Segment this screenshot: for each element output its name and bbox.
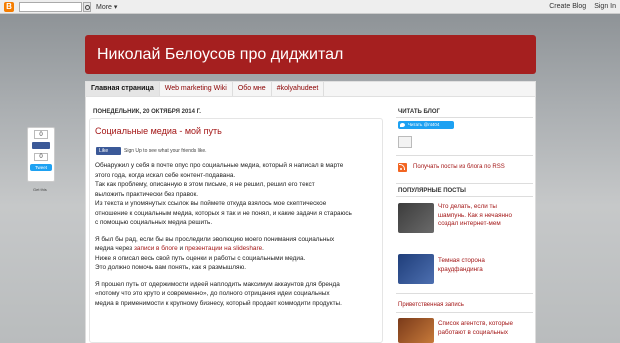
divider xyxy=(396,293,533,294)
post-line: Из текста и упомянутых ссылок вы поймете… xyxy=(95,200,327,207)
post-line: Я прошел путь от одержимости идеей напло… xyxy=(95,280,340,288)
twitter-bird-icon xyxy=(400,123,405,127)
post-text: и xyxy=(177,245,185,252)
get-this-link[interactable]: Get this xyxy=(33,187,47,192)
facebook-signup-text: Sign Up to see what your friends like. xyxy=(124,148,207,154)
post-date: ПОНЕДЕЛЬНИК, 20 ОКТЯБРЯ 2014 Г. xyxy=(93,109,201,115)
divider xyxy=(396,117,533,118)
more-label[interactable]: More xyxy=(96,4,112,11)
popular-post-title[interactable]: Список агентств, которые работают в соци… xyxy=(438,320,528,337)
popular-post-line[interactable]: Что делать, если ты xyxy=(438,203,528,212)
page-tabs: Главная страница Web marketing Wiki Обо … xyxy=(85,81,536,97)
slideshare-link[interactable]: презентации на slideshare xyxy=(185,245,262,252)
rss-icon[interactable] xyxy=(398,163,407,172)
tab-home[interactable]: Главная страница xyxy=(86,82,160,96)
sign-in-link[interactable]: Sign In xyxy=(594,3,616,10)
welcome-heading[interactable]: Приветственная запись xyxy=(398,302,464,308)
post-line: Ниже я описал весь свой путь оценки и ра… xyxy=(95,254,306,262)
post-title[interactable]: Социальные медиа - мой путь xyxy=(95,126,222,136)
blog-posts-link[interactable]: записи в блоге xyxy=(134,245,178,252)
post-line: Это должно помочь вам понять, как я разм… xyxy=(95,264,247,271)
post-line: медиа через записи в блоге и презентации… xyxy=(95,244,377,254)
more-menu[interactable]: More ▾ xyxy=(96,3,117,11)
tab-about[interactable]: Обо мне xyxy=(233,82,272,96)
post-text: . xyxy=(262,245,264,252)
post-line: «потому что это круто и современно», до … xyxy=(95,290,330,297)
post-line: медиа в применимости к крупному бизнесу,… xyxy=(95,299,342,307)
popular-post-line[interactable]: шампунь. Как я нечаянно xyxy=(438,212,528,221)
tab-kolyahudeet[interactable]: #kolyahudeet xyxy=(272,82,325,96)
post-line: с помощью социальных медиа решить. xyxy=(95,219,213,226)
blog-title[interactable]: Николай Белоусов про диджитал xyxy=(97,46,343,64)
popular-post-thumbnail[interactable] xyxy=(398,203,434,233)
post-line: Я был бы рад, если бы вы проследили эвол… xyxy=(95,235,335,243)
share-count: 0 xyxy=(34,130,48,139)
create-blog-link[interactable]: Create Blog xyxy=(549,3,586,10)
tweet-button[interactable]: Tweet xyxy=(30,164,52,171)
post-line: отношение к социальным медиа, которых я … xyxy=(95,209,352,217)
post-body: Обнаружил у себя в почте опус про социал… xyxy=(95,161,377,308)
twitter-follow-label: Читать @nt404 xyxy=(408,122,440,127)
facebook-like-button[interactable]: Like xyxy=(96,147,121,155)
post-text: медиа через xyxy=(95,245,134,252)
tab-web-marketing-wiki[interactable]: Web marketing Wiki xyxy=(160,82,233,96)
divider xyxy=(396,312,533,313)
facebook-share-button[interactable] xyxy=(32,142,50,149)
popular-post-title[interactable]: Что делать, если ты шампунь. Как я нечая… xyxy=(438,203,528,229)
blogger-logo-icon[interactable]: B xyxy=(4,2,14,12)
tweet-count: 0 xyxy=(34,153,48,161)
popular-heading: ПОПУЛЯРНЫЕ ПОСТЫ xyxy=(398,188,466,194)
divider xyxy=(396,183,533,184)
popular-post-line[interactable]: создал интернет-мем xyxy=(438,220,528,229)
blog-header: Николай Белоусов про диджитал xyxy=(85,35,536,74)
post-line: выложить практически без правок. xyxy=(95,190,199,198)
navbar-search-input[interactable] xyxy=(19,2,82,12)
popular-post-thumbnail[interactable] xyxy=(398,318,434,343)
popular-post-line[interactable]: Темная сторона xyxy=(438,257,528,266)
divider xyxy=(396,196,533,197)
post-line: этого года, когда искал себе контент-под… xyxy=(95,171,236,179)
popular-post-line[interactable]: Список агентств, которые xyxy=(438,320,528,329)
popular-post-line[interactable]: краудфандинга xyxy=(438,266,528,275)
twitter-follow-button[interactable]: Читать @nt404 xyxy=(398,121,454,129)
post-line: Так как проблему, описанную в этом письм… xyxy=(95,181,315,188)
search-icon[interactable] xyxy=(83,2,91,12)
post-line: Обнаружил у себя в почте опус про социал… xyxy=(95,162,344,169)
popular-post-thumbnail[interactable] xyxy=(398,254,434,284)
divider xyxy=(396,155,533,156)
popular-post-line[interactable]: работают в социальных xyxy=(438,329,528,338)
popular-post-title[interactable]: Темная сторона краудфандинга xyxy=(438,257,528,274)
blogger-navbar: B More ▾ Create Blog Sign In xyxy=(0,0,620,14)
rss-link[interactable]: Получать посты из блога по RSS xyxy=(413,164,505,170)
broken-image-icon xyxy=(398,136,412,148)
fb-like-label: Like xyxy=(99,148,109,154)
follow-heading: ЧИТАТЬ БЛОГ xyxy=(398,109,440,115)
